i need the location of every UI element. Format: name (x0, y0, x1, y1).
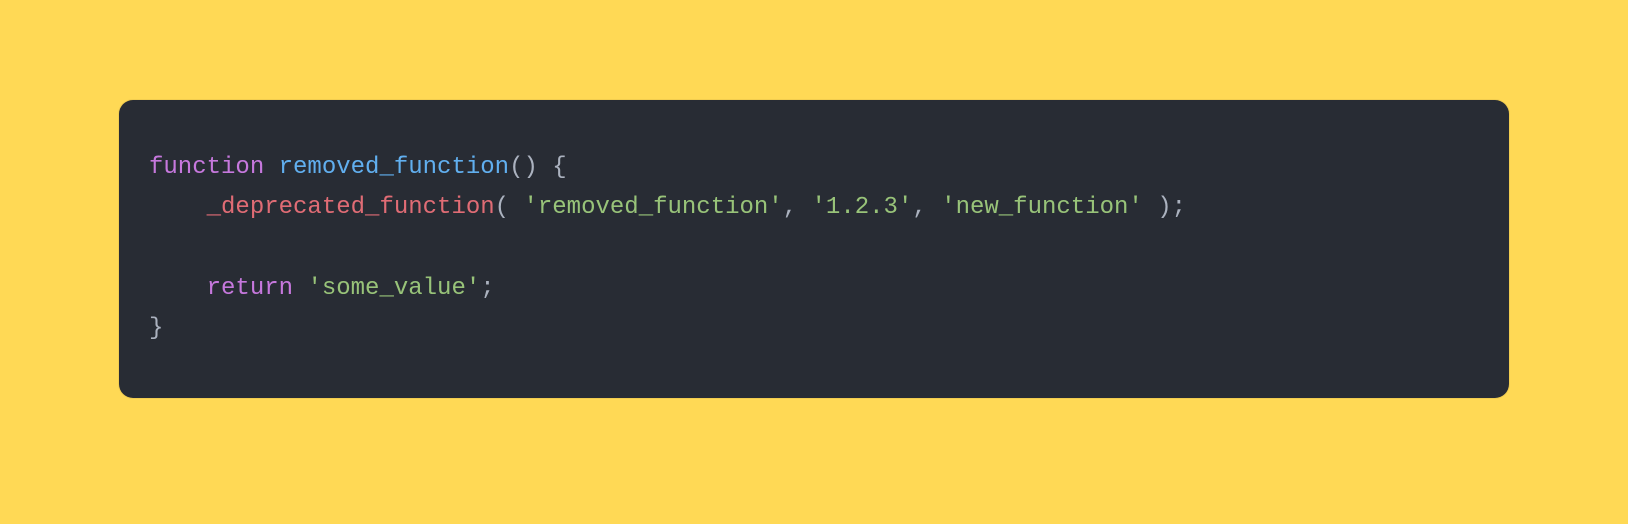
string-arg-3: 'new_function' (941, 194, 1143, 221)
semicolon: ; (480, 275, 494, 302)
string-arg-1: 'removed_function' (523, 194, 782, 221)
whitespace (293, 275, 307, 302)
code-content: function removed_function() { _deprecate… (149, 148, 1479, 350)
code-block: function removed_function() { _deprecate… (119, 100, 1509, 398)
keyword-function: function (149, 154, 264, 181)
indent (149, 194, 207, 221)
function-name: removed_function (279, 154, 509, 181)
page-background: function removed_function() { _deprecate… (0, 0, 1628, 524)
arg-separator: , (783, 194, 812, 221)
brace-close: } (149, 315, 163, 342)
whitespace (538, 154, 552, 181)
call-open: ( (495, 194, 524, 221)
keyword-return: return (207, 275, 293, 302)
parentheses: () (509, 154, 538, 181)
return-value-string: 'some_value' (307, 275, 480, 302)
string-arg-2: '1.2.3' (812, 194, 913, 221)
indent (149, 275, 207, 302)
function-call-name: _deprecated_function (207, 194, 495, 221)
call-close: ); (1143, 194, 1186, 221)
whitespace (264, 154, 278, 181)
arg-separator: , (912, 194, 941, 221)
brace-open: { (552, 154, 566, 181)
